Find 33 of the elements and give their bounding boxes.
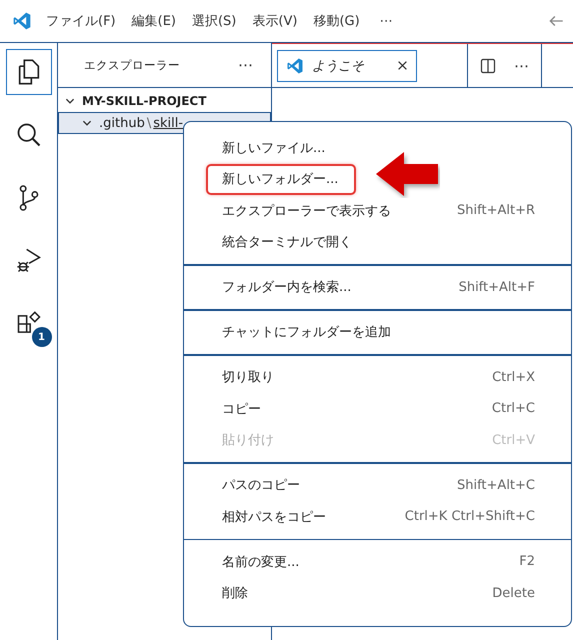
close-icon[interactable] bbox=[397, 60, 408, 71]
menu-item[interactable]: 移動(G) bbox=[313, 12, 360, 30]
context-menu-item[interactable]: チャットにフォルダーを追加 bbox=[206, 316, 535, 348]
context-menu-item[interactable]: 新しいフォルダー... bbox=[206, 164, 356, 195]
editor-tab[interactable]: ようこそ bbox=[277, 50, 417, 82]
menu-item[interactable]: 選択(S) bbox=[192, 12, 236, 30]
sidebar-title: エクスプローラー bbox=[84, 58, 180, 72]
context-menu-item[interactable]: フォルダー内を検索... Shift+Alt+F bbox=[206, 272, 535, 303]
more-actions[interactable]: ⋯ bbox=[238, 56, 253, 74]
activity-bar-item[interactable] bbox=[6, 49, 52, 95]
context-menu-item[interactable]: コピー Ctrl+C bbox=[206, 393, 535, 424]
context-menu-item[interactable]: 名前の変更... F2 bbox=[206, 546, 535, 578]
context-menu-item[interactable]: エクスプローラーで表示する Shift+Alt+R bbox=[206, 195, 535, 226]
context-menu-item[interactable]: 相対パスをコピー Ctrl+K Ctrl+Shift+C bbox=[206, 501, 535, 532]
tree-item[interactable]: MY-SKILL-PROJECT bbox=[58, 90, 271, 112]
pointer-arrow-icon bbox=[374, 150, 440, 198]
vscode-logo-icon bbox=[12, 11, 32, 31]
menu-item[interactable]: ファイル(F) bbox=[46, 12, 116, 30]
context-menu-item[interactable]: 統合ターミナルで開く bbox=[206, 226, 535, 258]
context-menu-item[interactable]: 新しいファイル... bbox=[206, 132, 535, 164]
run-debug-icon bbox=[14, 247, 42, 275]
notification-badge: 1 bbox=[32, 327, 52, 347]
menu-item[interactable]: 編集(E) bbox=[132, 12, 176, 30]
context-menu-item[interactable]: 削除 Delete bbox=[206, 578, 535, 609]
vscode-logo-icon bbox=[286, 56, 304, 74]
search-icon bbox=[14, 121, 42, 149]
context-menu-item[interactable]: パスのコピー Shift+Alt+C bbox=[206, 470, 535, 501]
context-menu-item[interactable]: 切り取り Ctrl+X bbox=[206, 362, 535, 393]
split-editor-icon[interactable] bbox=[480, 58, 496, 74]
activity-bar-item[interactable]: 1 bbox=[6, 301, 52, 347]
more-menu[interactable]: ⋯ bbox=[380, 14, 393, 28]
more-actions[interactable]: ⋯ bbox=[514, 56, 529, 74]
menu-item[interactable]: 表示(V) bbox=[252, 12, 298, 30]
